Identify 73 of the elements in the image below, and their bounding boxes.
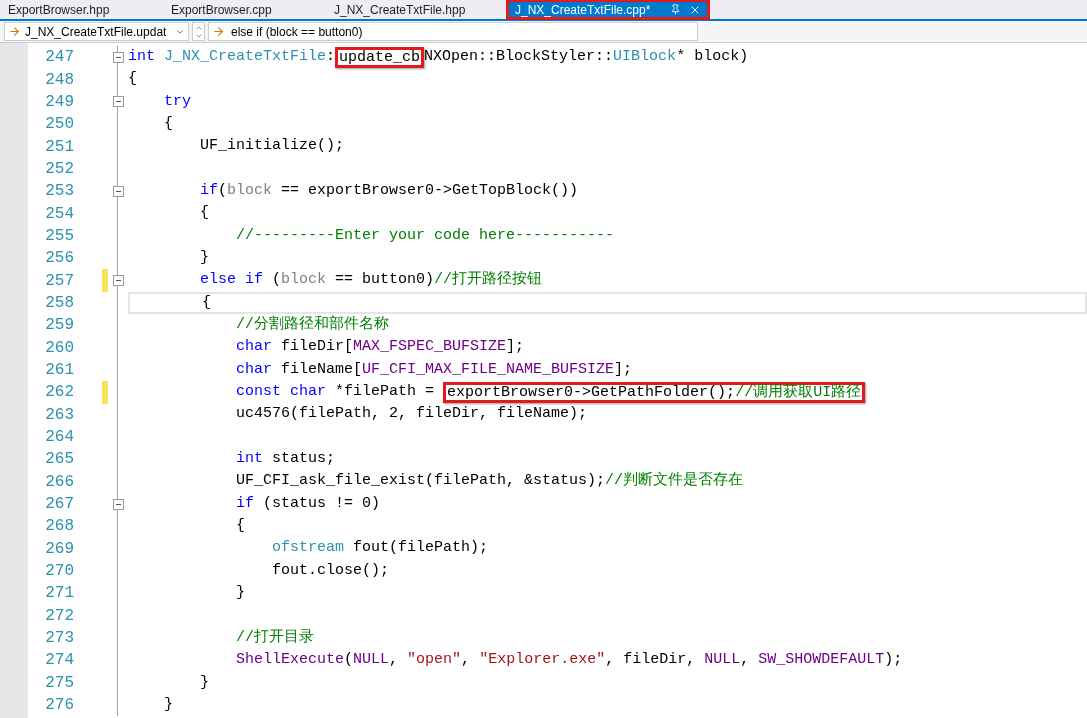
line-number: 261 — [44, 360, 74, 381]
member-dropdown[interactable]: else if (block == button0) — [208, 22, 698, 41]
line-number: 275 — [44, 672, 74, 694]
code-line: } — [199, 672, 209, 693]
line-number: 265 — [44, 449, 74, 471]
line-number: 269 — [44, 538, 74, 560]
code-line: try — [163, 91, 191, 112]
line-number: 251 — [44, 136, 74, 158]
code-line: { — [163, 113, 173, 134]
collapse-toggle[interactable] — [112, 96, 124, 108]
line-number: 260 — [44, 337, 74, 359]
collapse-toggle[interactable] — [112, 51, 124, 63]
code-line: //打开目录 — [235, 627, 315, 648]
code-line: { — [128, 69, 137, 90]
line-number: 264 — [44, 427, 74, 448]
file-tab[interactable]: J_NX_CreateTxtFile.cpp* — [507, 0, 710, 19]
line-number: 252 — [44, 158, 74, 180]
code-line: if(block == exportBrowser0->GetTopBlock()) — [199, 181, 579, 201]
file-tab[interactable]: J_NX_CreateTxtFile.hpp — [326, 0, 503, 19]
code-line: const char *filePath = exportBrowser0->GetPathFolder();//调用获取UI路径 — [128, 381, 866, 404]
line-number: 276 — [44, 695, 74, 717]
pin-icon[interactable] — [670, 4, 682, 15]
line-number: 258 — [44, 292, 74, 314]
line-number: 257 — [44, 270, 74, 292]
code-line: //---------Enter your code here----------- — [235, 225, 615, 246]
code-line: } — [163, 694, 173, 715]
code-line: UF_CFI_ask_file_exist(filePath, &status);//判断文件是否存在 — [235, 470, 744, 492]
line-number: 253 — [44, 181, 74, 203]
line-number: 262 — [44, 382, 74, 404]
line-number: 250 — [44, 114, 74, 136]
code-line: int J_NX_CreateTxtFile: update_cb NXOpen::BlockStyler::UIBlock* block) — [128, 46, 749, 69]
spin-buttons[interactable] — [192, 22, 205, 41]
line-number: 271 — [44, 583, 74, 605]
code-line: if (status != 0) — [235, 493, 381, 514]
line-number: 249 — [44, 91, 74, 113]
code-line: { — [199, 203, 209, 224]
scope-dropdown[interactable]: J_NX_CreateTxtFile.updat — [4, 22, 189, 41]
line-number: 266 — [44, 471, 74, 493]
collapse-toggle[interactable] — [112, 185, 124, 197]
highlight-box: update_cb — [335, 46, 425, 68]
line-number: 256 — [44, 248, 74, 270]
code-line: UF_initialize(); — [199, 136, 345, 157]
line-number: 268 — [44, 516, 74, 538]
file-tab[interactable]: ExportBrowser.cpp — [163, 0, 326, 19]
highlight-box: exportBrowser0->GetPathFolder();//调用获取UI路径 — [443, 381, 866, 403]
line-number: 272 — [44, 605, 74, 627]
line-number: 255 — [44, 225, 74, 247]
code-line: ofstream fout(filePath); — [271, 538, 489, 559]
code-line: fout.close(); — [271, 560, 390, 581]
code-line: char fileName[UF_CFI_MAX_FILE_NAME_BUFSIZE]; — [235, 359, 633, 380]
arrow-icon — [8, 25, 21, 38]
code-line: uc4576(filePath, 2, fileDir, fileName); — [235, 404, 588, 425]
code-line: int status; — [235, 449, 336, 470]
code-line: } — [235, 583, 246, 604]
collapse-toggle[interactable] — [112, 275, 124, 287]
line-number: 247 — [44, 47, 74, 69]
arrow-icon — [212, 25, 225, 38]
line-number: 263 — [44, 404, 74, 426]
line-number: 270 — [44, 561, 74, 583]
line-number: 254 — [44, 203, 74, 225]
file-tab[interactable]: ExportBrowser.hpp — [0, 0, 163, 19]
code-line: else if (block == button0)//打开路径按钮 — [199, 270, 543, 291]
line-number: 248 — [44, 69, 74, 91]
code-line: { — [235, 516, 246, 537]
line-number: 273 — [44, 628, 74, 650]
line-number: 274 — [44, 650, 74, 672]
code-line: char fileDir[MAX_FSPEC_BUFSIZE]; — [235, 337, 525, 358]
line-number: 267 — [44, 494, 74, 516]
code-line: //分割路径和部件名称 — [235, 314, 390, 336]
code-line: ShellExecute(NULL, "open", "Explorer.exe", fileDir, NULL, SW_SHOWDEFAULT); — [235, 650, 903, 671]
line-number: 259 — [44, 315, 74, 337]
code-line: } — [199, 248, 209, 268]
collapse-toggle[interactable] — [112, 498, 124, 510]
